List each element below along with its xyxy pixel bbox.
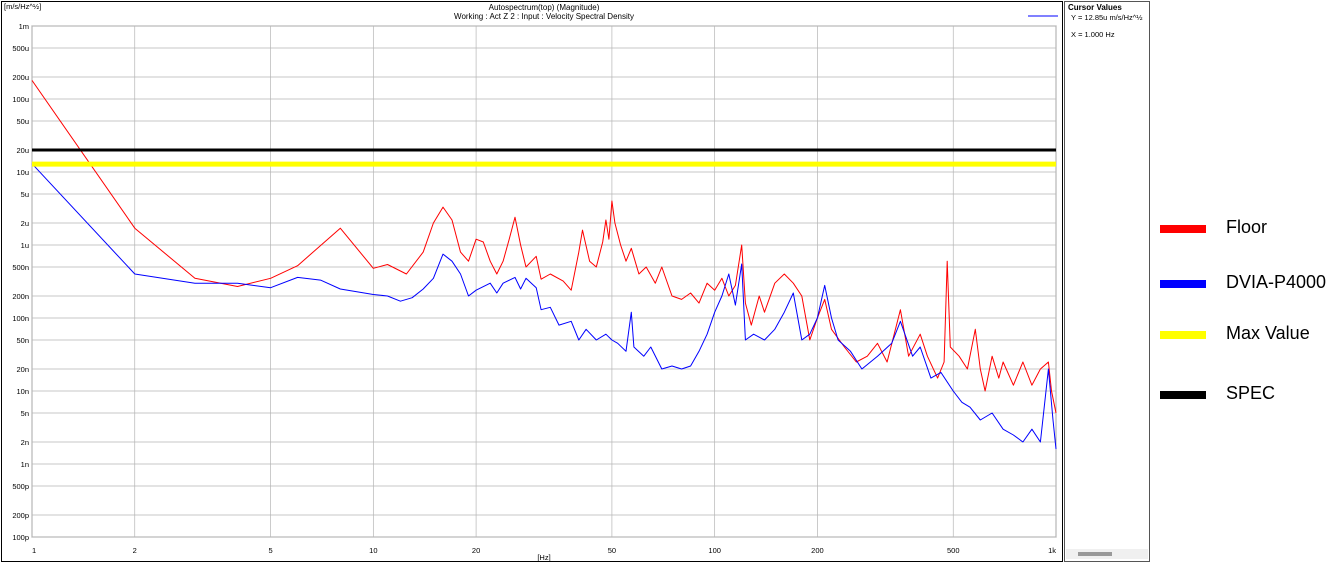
y-tick-label: 50n	[16, 336, 29, 345]
legend-label-dvia: DVIA-P4000	[1226, 272, 1327, 292]
y-tick-label: 500u	[12, 44, 29, 53]
y-tick-label: 100u	[12, 95, 29, 104]
x-tick-label: 10	[369, 546, 377, 555]
x-axis-label: [Hz]	[537, 553, 550, 562]
y-tick-label: 2u	[21, 219, 29, 228]
series-line-floor	[31, 80, 1057, 414]
y-tick-label: 1n	[21, 460, 29, 469]
cursor-scrollbar[interactable]	[1066, 549, 1148, 559]
x-tick-label: 1k	[1048, 546, 1056, 555]
y-tick-label: 10n	[16, 387, 29, 396]
y-tick-label: 200p	[12, 511, 29, 520]
y-tick-label: 50u	[16, 117, 29, 126]
y-tick-label: 1u	[21, 241, 29, 250]
chart-subtitle: Working : Act Z 2 : Input : Velocity Spe…	[454, 12, 634, 21]
x-tick-label: 200	[811, 546, 824, 555]
legend-swatch-dvia	[1160, 280, 1206, 288]
y-tick-label: 20u	[16, 146, 29, 155]
tick-labels: 1m 500u 200u 100u 50u 20u 10u 5u 2u 1u 500n 200n 100…	[12, 22, 1056, 555]
legend-label-floor: Floor	[1226, 217, 1268, 237]
spectrum-chart[interactable]: 1m 500u 200u 100u 50u 20u 10u 5u 2u 1u 500n 200n 100…	[0, 0, 1064, 565]
legend-swatch-floor	[1160, 225, 1206, 233]
legend-swatch-spec	[1160, 391, 1206, 399]
x-tick-label: 2	[133, 546, 137, 555]
cursor-values-panel: Cursor Values Y = 12.85u m/s/Hz^½ X = 1.…	[1064, 1, 1150, 562]
y-tick-label: 5n	[21, 409, 29, 418]
cursor-y-value: Y = 12.85u m/s/Hz^½	[1071, 13, 1143, 22]
y-tick-label: 1m	[19, 22, 29, 31]
y-tick-label: 20n	[16, 365, 29, 374]
y-tick-label: 500p	[12, 482, 29, 491]
scrollbar-thumb[interactable]	[1078, 552, 1112, 556]
y-tick-label: 100p	[12, 533, 29, 542]
y-tick-label: 500n	[12, 263, 29, 272]
x-tick-label: 20	[472, 546, 480, 555]
legend-swatch-max-value	[1160, 331, 1206, 339]
y-tick-label: 10u	[16, 168, 29, 177]
legend-label-spec: SPEC	[1226, 383, 1276, 403]
y-tick-label: 5u	[21, 190, 29, 199]
y-tick-label: 200u	[12, 73, 29, 82]
x-tick-label: 1	[32, 546, 36, 555]
y-tick-label: 200n	[12, 292, 29, 301]
y-tick-label: 100n	[12, 314, 29, 323]
cursor-x-value: X = 1.000 Hz	[1071, 30, 1115, 39]
y-tick-label: 2n	[21, 438, 29, 447]
series-layer	[31, 80, 1057, 450]
series-line-dvia-p4000	[31, 163, 1057, 450]
x-tick-label: 5	[268, 546, 272, 555]
y-axis-label: [m/s/Hz^½]	[4, 2, 41, 11]
legend-label-max-value: Max Value	[1226, 323, 1310, 343]
x-tick-label: 100	[708, 546, 721, 555]
x-tick-label: 50	[608, 546, 616, 555]
x-tick-label: 500	[947, 546, 960, 555]
chart-title: Autospectrum(top) (Magnitude)	[489, 3, 600, 12]
cursor-values-title: Cursor Values	[1068, 3, 1122, 12]
